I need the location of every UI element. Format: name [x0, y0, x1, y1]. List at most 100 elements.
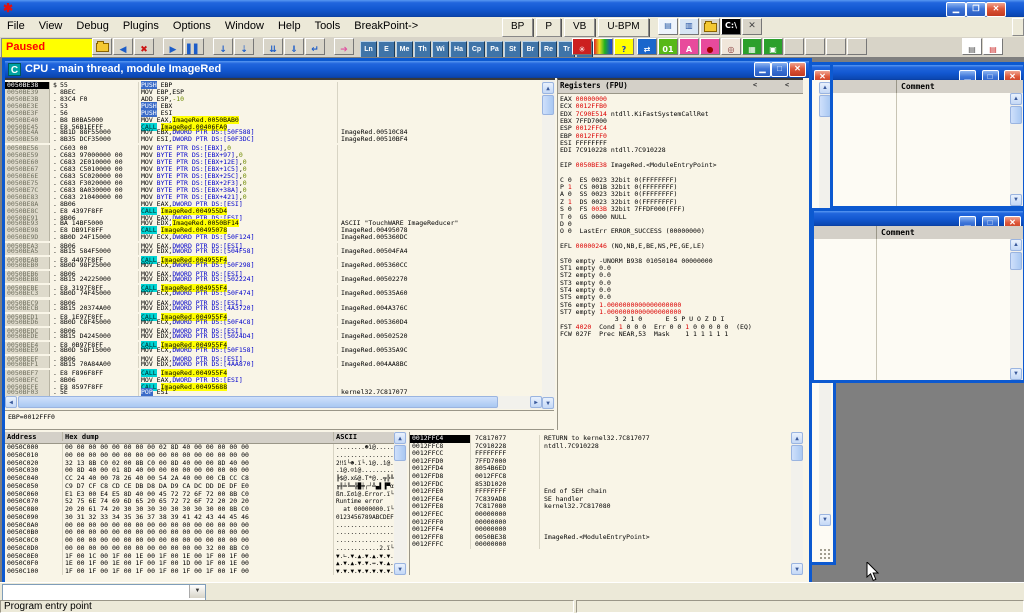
- disasm-row[interactable]: 0050BE60.C683 2E010000 00MOV BYTE PTR DS…: [5, 157, 542, 164]
- registers-pane[interactable]: Registers (FPU) < < EAX 00000000ECX 0012…: [557, 78, 803, 430]
- scroll-down-arrow[interactable]: ▼: [542, 397, 554, 409]
- register-line[interactable]: EIP 0050BE38 ImageRed.<ModuleEntryPoint>: [560, 162, 803, 169]
- menu-item-view[interactable]: View: [32, 17, 70, 37]
- binary-view-button[interactable]: 01: [658, 38, 678, 55]
- dump-vscrollbar[interactable]: ▲ ▼: [394, 432, 407, 575]
- register-line[interactable]: EDI 7C910228 ntdll.7C910228: [560, 147, 803, 154]
- scroll-right-arrow[interactable]: ▶: [530, 396, 542, 408]
- disasm-row[interactable]: 0050BEFE.E8 8597F8FFCALL ImageRed.004956…: [5, 382, 542, 389]
- side-window-2-content[interactable]: [814, 239, 1010, 380]
- stack-row[interactable]: 0012FFF80050BE38ImageRed.<ModuleEntryPoi…: [410, 534, 791, 542]
- scroll-thumb[interactable]: [791, 445, 803, 461]
- side-window-2[interactable]: ▁ □ ✕ Comment ▲ ▼: [811, 208, 1024, 383]
- menu-item-file[interactable]: File: [0, 17, 32, 37]
- register-line[interactable]: T 0 GS 0000 NULL: [560, 214, 803, 221]
- disasm-row[interactable]: 0050BE56.C603 00MOV BYTE PTR DS:[EBX],0: [5, 143, 542, 150]
- stack-row[interactable]: 0012FFFC00000000: [410, 541, 791, 549]
- menu-item-window[interactable]: Window: [218, 17, 271, 37]
- disassembly-vscrollbar[interactable]: ▲ ▼: [542, 78, 555, 409]
- scroll-thumb[interactable]: [1010, 252, 1022, 270]
- empty-slot-3-button[interactable]: [826, 38, 846, 55]
- disasm-row[interactable]: 0050BE8A.8B06MOV EAX,DWORD PTR DS:[ESI]: [5, 199, 542, 206]
- stack-row[interactable]: 0012FFCCFFFFFFFF: [410, 450, 791, 458]
- stack-row[interactable]: 0012FFD80012FFC8: [410, 473, 791, 481]
- step-into-button[interactable]: ↓: [213, 38, 233, 55]
- dump-row[interactable]: 0050C1001F 00 1F 00 1F 00 1F 00 1F 00 1F…: [5, 568, 407, 575]
- disasm-row[interactable]: 0050BE40.B8 B0BA5000MOV EAX,ImageRed.005…: [5, 115, 542, 122]
- comment-column-header[interactable]: Comment: [881, 228, 915, 237]
- scroll-down-arrow[interactable]: ▼: [1010, 368, 1022, 380]
- dump-pane[interactable]: 0050C00000 00 00 00 00 00 00 00 02 8D 40…: [5, 444, 407, 575]
- scroll-up-arrow[interactable]: ▲: [791, 432, 803, 444]
- task-list-button[interactable]: ▤: [983, 38, 1003, 55]
- scroll-down-arrow[interactable]: ▼: [791, 563, 803, 575]
- disasm-row[interactable]: 0050BEC3.8B0D 74F45000MOV ECX,DWORD PTR …: [5, 290, 542, 297]
- go-to-address-button[interactable]: ➔: [334, 38, 354, 55]
- disasm-row[interactable]: 0050BE50.8B35 DCF35000MOV ESI,DWORD PTR …: [5, 136, 542, 143]
- scroll-down-arrow[interactable]: ▼: [394, 563, 406, 575]
- ascii-table-button[interactable]: A: [679, 38, 699, 55]
- view-button-re[interactable]: Re: [540, 41, 557, 58]
- bit-matrix-button[interactable]: ▦: [742, 38, 762, 55]
- comment-column-header[interactable]: Comment: [901, 82, 935, 91]
- cpu-maximize-button[interactable]: □: [771, 62, 788, 77]
- swap-panes-button[interactable]: ⇄: [637, 38, 657, 55]
- close-plugin-button[interactable]: ✕: [742, 18, 762, 35]
- trace-into-button[interactable]: ⇊: [263, 38, 283, 55]
- spiral-plugin-button[interactable]: ◎: [721, 38, 741, 55]
- disasm-row[interactable]: 0050BE3B.83C4 F0ADD ESP,-10: [5, 94, 542, 101]
- command-dropdown-button[interactable]: ▼: [189, 585, 205, 598]
- disasm-row[interactable]: 0050BE83.C683 21040000 00MOV BYTE PTR DS…: [5, 192, 542, 199]
- open-file-button[interactable]: [92, 38, 112, 55]
- registers-prev-button[interactable]: <: [747, 81, 763, 90]
- stack-pane[interactable]: 0012FFC47C817077RETURN to kernel32.7C817…: [409, 432, 791, 575]
- disasm-row[interactable]: 0050BE39.8BECMOV EBP,ESP: [5, 87, 542, 94]
- scroll-left-arrow[interactable]: ◀: [5, 396, 17, 408]
- view-button-wi[interactable]: Wi: [432, 41, 449, 58]
- view-button-ln[interactable]: Ln: [360, 41, 377, 58]
- menu-overflow-button[interactable]: [1012, 18, 1024, 36]
- menu-item-plugins[interactable]: Plugins: [116, 17, 166, 37]
- restore-button[interactable]: ❐: [966, 2, 986, 17]
- plugin-button-u-bpm[interactable]: U-BPM: [598, 18, 648, 37]
- restart-button[interactable]: ◀: [113, 38, 133, 55]
- plugin-button-p[interactable]: P: [536, 18, 561, 37]
- scroll-up-arrow[interactable]: ▲: [542, 82, 554, 94]
- stack-row[interactable]: 0012FFD07FFD7000: [410, 458, 791, 466]
- disasm-row[interactable]: 0050BE6E.C683 5C020000 00MOV BYTE PTR DS…: [5, 171, 542, 178]
- scroll-down-arrow[interactable]: ▼: [819, 514, 831, 526]
- registers-next-button[interactable]: <: [779, 81, 795, 90]
- side-window-2-scrollbar[interactable]: ▲ ▼: [1010, 239, 1023, 380]
- scroll-up-arrow[interactable]: ▲: [1010, 239, 1022, 251]
- disasm-row[interactable]: 0050BF03.5EPOP ESIkernel32.7C817077: [5, 389, 542, 396]
- command-input[interactable]: ▼: [2, 584, 206, 601]
- column-divider[interactable]: [896, 80, 897, 93]
- register-line[interactable]: FCW 027F Prec NEAR,53 Mask 1 1 1 1 1 1: [560, 331, 803, 338]
- view-button-th[interactable]: Th: [414, 41, 431, 58]
- stack-row[interactable]: 0012FFE0FFFFFFFFEnd of SEH chain: [410, 488, 791, 496]
- book-button[interactable]: ▥: [679, 18, 699, 35]
- main-titlebar[interactable]: ✱ ▁ ❐ ✕: [0, 0, 1024, 17]
- disasm-row[interactable]: 0050BEFC.8B06MOV EAX,DWORD PTR DS:[ESI]: [5, 375, 542, 382]
- dump-ascii-header[interactable]: ASCII: [334, 432, 396, 441]
- column-divider[interactable]: [876, 226, 877, 239]
- disasm-row[interactable]: 0050BE9D.8B0D 24F15000MOV ECX,DWORD PTR …: [5, 234, 542, 241]
- stack-vscrollbar[interactable]: ▲ ▼: [791, 432, 803, 575]
- menu-item-tools[interactable]: Tools: [308, 17, 348, 37]
- view-button-ha[interactable]: Ha: [450, 41, 467, 58]
- dump-hex-header[interactable]: Hex dump: [63, 432, 334, 441]
- disasm-row[interactable]: 0050BE8C.E8 4397F8FFCALL ImageRed.004955…: [5, 206, 542, 213]
- scroll-thumb[interactable]: [542, 95, 554, 115]
- side-window-1-scrollbar[interactable]: ▲ ▼: [1010, 93, 1023, 206]
- stack-row[interactable]: 0012FFC47C817077RETURN to kernel32.7C817…: [410, 435, 791, 443]
- cpu-minimize-button[interactable]: ▁: [754, 62, 771, 77]
- help-question-button[interactable]: ?: [614, 38, 634, 55]
- cpu-window[interactable]: C CPU - main thread, module ImageRed ▁ □…: [2, 58, 812, 585]
- view-button-e[interactable]: E: [378, 41, 395, 58]
- open-folder-button[interactable]: [700, 18, 720, 35]
- side-window-1-content[interactable]: [833, 93, 1010, 206]
- disasm-row[interactable]: 0050BEF1.8B15 70A84A00MOV EDX,DWORD PTR …: [5, 361, 542, 368]
- resize-grip[interactable]: [819, 548, 832, 561]
- register-line[interactable]: O 0 LastErr ERROR_SUCCESS (00000000): [560, 228, 803, 235]
- scroll-down-arrow[interactable]: ▼: [1010, 194, 1022, 206]
